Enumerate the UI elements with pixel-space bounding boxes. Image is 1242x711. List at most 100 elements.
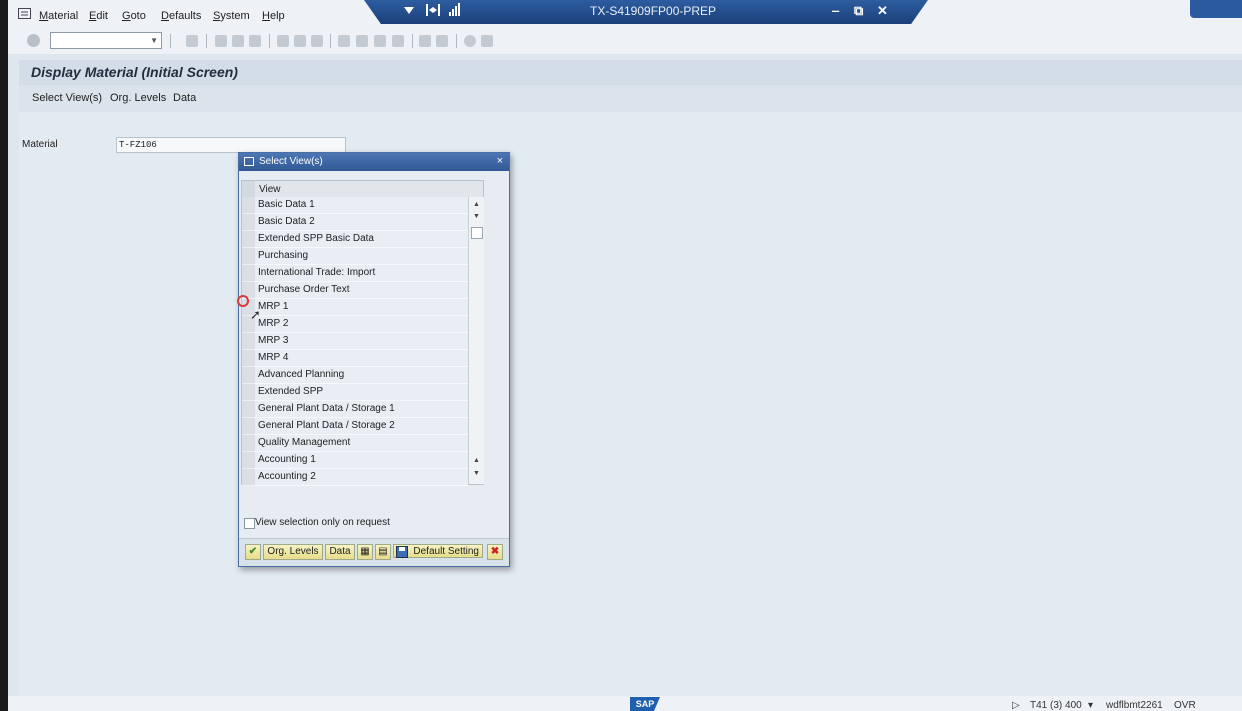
scroll-page-up-icon[interactable]: ▲ [473,457,480,464]
table-row[interactable]: General Plant Data / Storage 1 [255,401,468,418]
toolbar-separator [456,34,457,48]
row-selector[interactable] [242,350,255,367]
menu-defaults[interactable]: Defaults [161,10,201,22]
scrollbar-thumb[interactable] [471,227,483,239]
next-page-icon[interactable] [374,35,386,47]
table-row[interactable]: Purchase Order Text [255,282,468,299]
table-row[interactable]: Advanced Planning [255,367,468,384]
table-row[interactable]: Purchasing [255,248,468,265]
default-setting-button[interactable]: Default Setting [393,544,483,558]
screen-title-bar: Display Material (Initial Screen) [19,60,1242,85]
table-row[interactable]: MRP 3 [255,333,468,350]
menu-material[interactable]: Material [39,10,78,22]
corner-window-controls[interactable] [1190,0,1242,18]
print-icon[interactable] [277,35,289,47]
data-button[interactable]: Data [173,92,196,104]
table-row[interactable]: International Trade: Import [255,265,468,282]
minimize-icon[interactable]: ‒ [832,3,839,18]
dialog-close-icon[interactable]: × [497,155,503,167]
table-row[interactable]: Basic Data 1 [255,197,468,214]
restore-icon[interactable]: ⧉ [854,3,863,19]
row-selector[interactable] [242,214,255,231]
enter-check-icon[interactable] [27,34,40,47]
footer-org-levels-button[interactable]: Org. Levels [263,544,323,560]
find-next-icon[interactable] [311,35,323,47]
row-selector[interactable] [242,197,255,214]
menu-system[interactable]: System [213,10,250,22]
deselect-all-icon[interactable]: ▤ [375,544,391,560]
toolbar-separator [269,34,270,48]
table-row[interactable]: Extended SPP [255,384,468,401]
view-selection-label: View selection only on request [255,517,390,528]
row-selector[interactable] [242,231,255,248]
row-selector[interactable] [242,367,255,384]
scroll-down-icon[interactable]: ▼ [473,213,480,220]
save-icon[interactable] [186,35,198,47]
view-selection-checkbox[interactable] [244,518,255,529]
new-session-icon[interactable] [419,35,431,47]
dialog-window-icon [244,157,254,166]
first-page-icon[interactable] [338,35,350,47]
table-row[interactable]: MRP 4 [255,350,468,367]
table-row[interactable]: Accounting 1 [255,452,468,469]
select-all-icon[interactable]: ▦ [357,544,373,560]
views-table: View Basic Data 1 Basic Data 2 Extended … [241,180,484,486]
table-row[interactable]: MRP 2 [255,316,468,333]
back-icon[interactable] [215,35,227,47]
table-row[interactable]: Accounting 2 [255,469,468,486]
select-views-dialog: Select View(s) × View Basic Data 1 Basic… [238,152,510,567]
insert-mode: OVR [1174,700,1196,711]
row-selector[interactable] [242,452,255,469]
table-row[interactable]: MRP 1 [255,299,468,316]
column-header-view: View [259,184,281,195]
row-selector[interactable] [242,435,255,452]
table-row[interactable]: General Plant Data / Storage 2 [255,418,468,435]
cancel-icon[interactable] [249,35,261,47]
shortcut-icon[interactable] [436,35,448,47]
row-selector[interactable] [242,248,255,265]
system-dropdown-icon[interactable]: ▾ [1088,700,1093,711]
menu-list-icon[interactable] [18,8,31,19]
close-window-icon[interactable]: ✕ [877,3,888,19]
table-row[interactable]: Quality Management [255,435,468,452]
previous-page-icon[interactable] [356,35,368,47]
menu-help[interactable]: Help [262,10,285,22]
row-selector[interactable] [242,401,255,418]
find-icon[interactable] [294,35,306,47]
signal-icon[interactable] [449,3,461,16]
select-views-button[interactable]: Select View(s) [32,92,102,104]
table-header: View [242,181,483,198]
status-play-icon[interactable]: ▷ [1012,700,1020,711]
row-selector[interactable] [242,469,255,486]
toolbar-separator [170,34,171,48]
help-icon[interactable] [464,35,476,47]
toolbar-separator [206,34,207,48]
customize-layout-icon[interactable] [481,35,493,47]
row-selector[interactable] [242,384,255,401]
exit-icon[interactable] [232,35,244,47]
material-label: Material [22,139,58,150]
last-page-icon[interactable] [392,35,404,47]
dialog-footer: ✔ Org. Levels Data ▦ ▤ Default Setting ✖ [239,538,509,566]
dropdown-arrow-icon[interactable] [404,7,414,15]
scroll-up-icon[interactable]: ▲ [473,201,480,208]
org-levels-button[interactable]: Org. Levels [110,92,166,104]
dialog-title-bar: Select View(s) × [239,153,509,171]
cancel-button[interactable]: ✖ [487,544,503,560]
menu-goto[interactable]: Goto [122,10,146,22]
footer-data-button[interactable]: Data [325,544,355,560]
select-all-cell[interactable] [242,181,255,197]
row-selector[interactable] [242,265,255,282]
continue-button[interactable]: ✔ [245,544,261,560]
row-selector[interactable] [242,418,255,435]
menu-edit[interactable]: Edit [89,10,108,22]
table-row[interactable]: Extended SPP Basic Data [255,231,468,248]
command-field[interactable]: ▼ [50,32,162,49]
command-dropdown-icon[interactable]: ▼ [150,36,158,45]
row-selector[interactable] [242,333,255,350]
pin-icon[interactable] [426,4,440,17]
vertical-scrollbar[interactable]: ▲ ▼ ▲ ▼ [468,197,484,484]
scroll-page-down-icon[interactable]: ▼ [473,470,480,477]
table-row[interactable]: Basic Data 2 [255,214,468,231]
material-input[interactable]: T-FZ106 [116,137,346,153]
